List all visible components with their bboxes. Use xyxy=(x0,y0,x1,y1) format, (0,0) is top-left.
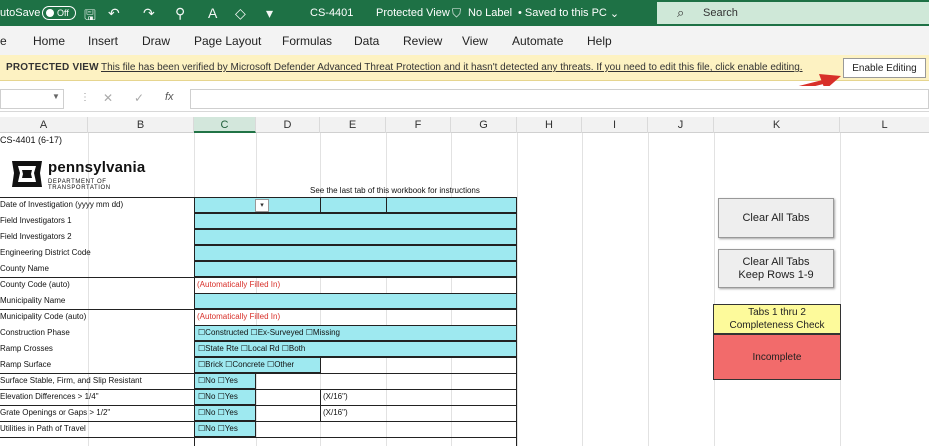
row-label-county-code: County Code (auto) xyxy=(0,280,70,289)
logo-title: pennsylvania xyxy=(48,159,146,176)
column-header-i[interactable]: I xyxy=(582,117,648,133)
tab-formulas[interactable]: Formulas xyxy=(282,34,332,48)
confirm-icon[interactable]: ✓ xyxy=(134,91,144,105)
column-header-h[interactable]: H xyxy=(517,117,582,133)
grate-x16-label: (X/16") xyxy=(323,408,348,417)
tab-file[interactable]: e xyxy=(0,34,7,48)
toggle-knob-icon xyxy=(46,9,54,17)
tab-page-layout[interactable]: Page Layout xyxy=(194,34,261,48)
row-label-county-name: County Name xyxy=(0,264,49,273)
logo-subtitle: DEPARTMENT OF TRANSPORTATION xyxy=(48,179,111,191)
grate-checkboxes[interactable]: ☐No ☐Yes xyxy=(198,405,238,420)
column-header-j[interactable]: J xyxy=(648,117,714,133)
row-label-district: Engineering District Code xyxy=(0,248,91,257)
column-header-l[interactable]: L xyxy=(840,117,929,133)
row-label-construction: Construction Phase xyxy=(0,328,70,337)
cancel-icon[interactable]: ✕ xyxy=(103,91,113,105)
chevron-down-icon: ⌄ xyxy=(609,7,620,20)
municipality-code-auto: (Automatically Filled In) xyxy=(197,312,281,321)
row-label-municipality-name: Municipality Name xyxy=(0,296,66,305)
tab-home[interactable]: Home xyxy=(33,34,65,48)
utilities-checkboxes[interactable]: ☐No ☐Yes xyxy=(198,421,238,436)
tab-insert[interactable]: Insert xyxy=(88,34,118,48)
tab-automate[interactable]: Automate xyxy=(512,34,563,48)
row-label-municipality-code: Municipality Code (auto) xyxy=(0,312,87,321)
municipality-name-input[interactable] xyxy=(194,293,517,309)
formula-bar: ▼ ⋮ ✕ ✓ fx xyxy=(0,86,929,112)
date-input[interactable] xyxy=(194,197,517,213)
penndot-logo: pennsylvania DEPARTMENT OF TRANSPORTATIO… xyxy=(10,159,145,194)
redo-icon[interactable]: ↷ xyxy=(143,5,155,22)
title-bar: utoSave Off 🖫 ↶ ↷ ⚲ A ◇ ▾ CS-4401 Protec… xyxy=(0,0,929,26)
column-header-e[interactable]: E xyxy=(320,117,386,133)
row-label-ramp-crosses: Ramp Crosses xyxy=(0,344,53,353)
search-icon: ⌕ xyxy=(677,5,685,20)
clear-tabs-keep-rows-button[interactable]: Clear All Tabs Keep Rows 1-9 xyxy=(718,249,834,288)
column-header-k[interactable]: K xyxy=(714,117,840,133)
worksheet-grid[interactable]: CS-4401 (6-17) pennsylvania DEPARTMENT O… xyxy=(0,133,929,446)
font-color-icon[interactable]: A xyxy=(208,5,217,21)
formula-input[interactable] xyxy=(190,89,929,109)
shield-icon: ⛉ xyxy=(452,6,462,20)
tab-data[interactable]: Data xyxy=(354,34,379,48)
insert-function-icon[interactable]: fx xyxy=(165,91,174,103)
row-label-investigator-1: Field Investigators 1 xyxy=(0,216,72,225)
autosave-label: utoSave xyxy=(0,7,41,19)
tab-draw[interactable]: Draw xyxy=(142,34,170,48)
column-header-a[interactable]: A xyxy=(0,117,88,133)
sensitivity-label[interactable]: No Label xyxy=(468,0,512,26)
format-painter-icon[interactable]: ⚲ xyxy=(175,5,185,22)
document-name: CS-4401 xyxy=(310,7,354,19)
elevation-x16-label: (X/16") xyxy=(323,392,348,401)
row-label-grate: Grate Openings or Gaps > 1/2" xyxy=(0,408,111,417)
field-investigator-1-input[interactable] xyxy=(194,213,517,229)
ramp-crosses-checkboxes[interactable]: ☐State Rte ☐Local Rd ☐Both xyxy=(198,341,305,356)
customize-toolbar-icon[interactable]: ▾ xyxy=(266,5,273,22)
row-label-surface-stable: Surface Stable, Firm, and Slip Resistant xyxy=(0,376,142,385)
column-headers: A B C D E F G H I J K L xyxy=(0,117,929,133)
district-code-input[interactable] xyxy=(194,245,517,261)
keystone-logo-icon xyxy=(12,161,42,187)
ramp-surface-checkboxes[interactable]: ☐Brick ☐Concrete ☐Other xyxy=(198,357,294,372)
tab-view[interactable]: View xyxy=(462,34,488,48)
completeness-check-label: Tabs 1 thru 2 Completeness Check xyxy=(713,304,841,334)
row-label-date: Date of Investigation (yyyy mm dd) xyxy=(0,200,124,209)
protected-view-title: Protected View xyxy=(376,7,450,19)
enable-editing-button[interactable]: Enable Editing xyxy=(843,58,926,78)
clear-all-tabs-button[interactable]: Clear All Tabs xyxy=(718,198,834,238)
date-dropdown-icon[interactable]: ▾ xyxy=(255,199,269,212)
autosave-toggle[interactable]: Off xyxy=(38,0,76,26)
undo-icon[interactable]: ↶ xyxy=(108,5,120,22)
construction-phase-checkboxes[interactable]: ☐Constructed ☐Ex-Surveyed ☐Missing xyxy=(198,325,340,340)
column-header-b[interactable]: B xyxy=(88,117,194,133)
elevation-checkboxes[interactable]: ☐No ☐Yes xyxy=(198,389,238,404)
column-header-d[interactable]: D xyxy=(256,117,320,133)
protected-view-message: This file has been verified by Microsoft… xyxy=(101,62,803,73)
row-label-ramp-surface: Ramp Surface xyxy=(0,360,52,369)
surface-stable-checkboxes[interactable]: ☐No ☐Yes xyxy=(198,373,238,388)
protected-view-label: PROTECTED VIEW xyxy=(6,62,99,73)
formula-bar-separator: ⋮ xyxy=(80,92,90,103)
fill-color-icon[interactable]: ◇ xyxy=(235,5,246,22)
name-box-dropdown-icon[interactable]: ▼ xyxy=(52,92,60,101)
row-label-elevation: Elevation Differences > 1/4" xyxy=(0,392,99,401)
search-input[interactable]: ⌕ Search xyxy=(657,2,929,24)
tab-review[interactable]: Review xyxy=(403,34,442,48)
saved-status[interactable]: • Saved to this PC ⌄ xyxy=(518,0,619,26)
form-id: CS-4401 (6-17) xyxy=(0,135,63,145)
ribbon-tabs: e Home Insert Draw Page Layout Formulas … xyxy=(0,26,929,55)
column-header-f[interactable]: F xyxy=(386,117,451,133)
completeness-status: Incomplete xyxy=(713,334,841,380)
row-label-investigator-2: Field Investigators 2 xyxy=(0,232,72,241)
column-header-g[interactable]: G xyxy=(451,117,517,133)
instructions-note: See the last tab of this workbook for in… xyxy=(310,186,480,195)
county-code-auto: (Automatically Filled In) xyxy=(197,280,281,289)
row-label-utilities: Utilities in Path of Travel xyxy=(0,424,86,433)
tab-help[interactable]: Help xyxy=(587,34,612,48)
field-investigator-2-input[interactable] xyxy=(194,229,517,245)
county-name-input[interactable] xyxy=(194,261,517,277)
column-header-c[interactable]: C xyxy=(194,117,256,133)
